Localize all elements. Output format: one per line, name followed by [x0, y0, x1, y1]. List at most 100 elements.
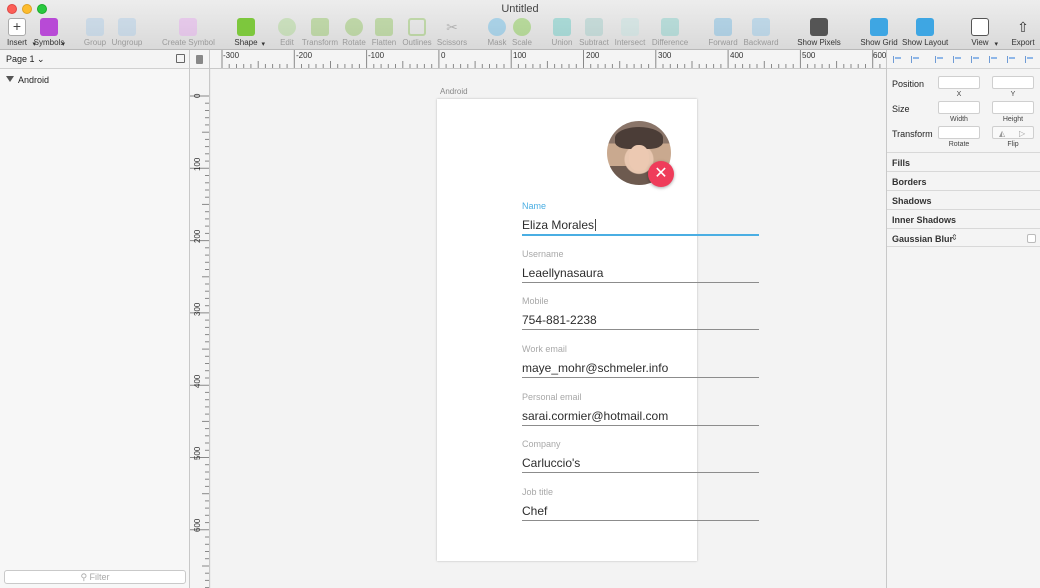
- artboard-title[interactable]: Android: [440, 87, 468, 96]
- view-button[interactable]: ▾ View: [968, 18, 998, 48]
- gaussian-blur-checkbox[interactable]: [1027, 234, 1036, 243]
- backward-button[interactable]: Backward: [742, 18, 780, 48]
- difference-button[interactable]: Difference: [650, 18, 690, 48]
- flip-control[interactable]: ◭ ▷: [992, 126, 1034, 139]
- subtract-icon: [585, 18, 603, 36]
- create-symbol-label: Create Symbol: [162, 38, 215, 47]
- page-selector-label: Page 1: [6, 54, 35, 64]
- field-underline: [522, 472, 759, 473]
- union-button[interactable]: Union: [551, 18, 573, 48]
- intersect-button[interactable]: Intersect: [613, 18, 647, 48]
- group-button[interactable]: Group: [83, 18, 107, 48]
- page-selector[interactable]: Page 1 ⌄: [6, 54, 45, 65]
- field-value[interactable]: maye_mohr@schmeler.info: [522, 361, 668, 375]
- symbols-icon: [40, 18, 58, 36]
- show-layout-button[interactable]: Show Layout: [902, 18, 948, 48]
- vertical-ruler[interactable]: 0 100 200 300 400 500 600: [190, 69, 210, 588]
- ruler-label: 600: [873, 51, 886, 60]
- flip-vertical-icon[interactable]: ◭: [999, 129, 1005, 138]
- borders-section[interactable]: Borders: [887, 171, 1040, 190]
- transform-button[interactable]: Transform: [301, 18, 339, 48]
- ruler-label: 200: [586, 51, 600, 60]
- align-top-icon[interactable]: [989, 56, 998, 63]
- window-title: Untitled: [501, 3, 539, 15]
- field-value[interactable]: Chef: [522, 504, 547, 518]
- layer-filter-input[interactable]: ⚲ Filter: [4, 570, 186, 584]
- align-left-icon[interactable]: [893, 56, 902, 63]
- forward-button[interactable]: Forward: [707, 18, 739, 48]
- align-horizontal-center-icon[interactable]: [911, 56, 920, 63]
- rotate-button[interactable]: Rotate: [341, 18, 367, 48]
- ruler-label: 600: [193, 518, 202, 532]
- layer-item-android[interactable]: Android: [0, 72, 189, 89]
- shadows-section[interactable]: Shadows: [887, 190, 1040, 209]
- field-value[interactable]: 754-881-2238: [522, 313, 597, 327]
- field-value[interactable]: sarai.cormier@hotmail.com: [522, 409, 668, 423]
- canvas[interactable]: Android ✕ Name Eliza Morales Username Le…: [211, 69, 886, 588]
- gaussian-blur-section[interactable]: Gaussian Blur ⇕: [887, 228, 1040, 247]
- field-value[interactable]: Carluccio's: [522, 456, 580, 470]
- flatten-button[interactable]: Flatten: [370, 18, 398, 48]
- subtract-button[interactable]: Subtract: [578, 18, 610, 48]
- fills-section[interactable]: Fills: [887, 152, 1040, 171]
- align-bottom-icon[interactable]: [1025, 56, 1034, 63]
- horizontal-ruler[interactable]: -300 -200 -100 0 100 200 300 400 500 600: [210, 50, 886, 69]
- ungroup-button[interactable]: Ungroup: [111, 18, 143, 48]
- edit-button[interactable]: Edit: [276, 18, 298, 48]
- width-label: Width: [950, 116, 968, 123]
- field-value[interactable]: Leaellynasaura: [522, 266, 603, 280]
- export-button[interactable]: ⇧ Export: [1010, 18, 1036, 48]
- disclosure-triangle-icon[interactable]: [6, 76, 14, 82]
- show-pixels-button[interactable]: Show Pixels: [797, 18, 841, 48]
- width-input[interactable]: [938, 101, 980, 114]
- mask-button[interactable]: Mask: [486, 18, 508, 48]
- align-right-icon[interactable]: [971, 56, 980, 63]
- align-left-edge-icon[interactable]: [935, 56, 944, 63]
- align-center-icon[interactable]: [953, 56, 962, 63]
- ruler-label: 0: [193, 93, 202, 98]
- outlines-button[interactable]: Outlines: [401, 18, 433, 48]
- remove-avatar-button[interactable]: ✕: [648, 161, 674, 187]
- position-x-input[interactable]: [938, 76, 980, 89]
- shape-button[interactable]: ▾ Shape: [233, 18, 265, 48]
- lock-icon[interactable]: [196, 55, 203, 64]
- grid-icon: [870, 18, 888, 36]
- intersect-label: Intersect: [614, 38, 646, 47]
- scissors-button[interactable]: ✂ Scissors: [436, 18, 468, 48]
- ruler-label: -300: [223, 51, 240, 60]
- y-label: Y: [1010, 91, 1016, 98]
- flip-horizontal-icon[interactable]: ▷: [1019, 129, 1025, 138]
- height-input[interactable]: [992, 101, 1034, 114]
- ruler-label: 500: [802, 51, 816, 60]
- field-underline: [522, 329, 759, 330]
- plus-icon: +: [8, 18, 26, 36]
- field-value[interactable]: Eliza Morales: [522, 218, 597, 232]
- rotate-icon: [345, 18, 363, 36]
- export-icon: ⇧: [1017, 19, 1029, 35]
- close-icon: ✕: [654, 165, 668, 182]
- ruler-label: 200: [193, 229, 202, 243]
- create-symbol-button[interactable]: Create Symbol: [162, 18, 215, 48]
- flatten-label: Flatten: [371, 38, 397, 47]
- backward-icon: [752, 18, 770, 36]
- inner-shadows-section[interactable]: Inner Shadows: [887, 209, 1040, 228]
- ruler-label: 0: [441, 51, 446, 60]
- edit-icon: [278, 18, 296, 36]
- updown-chevron-icon[interactable]: ⇕: [951, 233, 958, 242]
- position-y-input[interactable]: [992, 76, 1034, 89]
- insert-button[interactable]: + ▾ Insert: [4, 18, 36, 48]
- scale-button[interactable]: Scale: [511, 18, 533, 48]
- layer-name: Android: [18, 75, 50, 85]
- pages-panel-icon[interactable]: [176, 54, 185, 63]
- difference-label: Difference: [651, 38, 689, 47]
- symbols-button[interactable]: ▾ Symbols: [33, 18, 65, 48]
- show-grid-button[interactable]: Show Grid: [860, 18, 898, 48]
- rotate-input[interactable]: [938, 126, 980, 139]
- artboard-android[interactable]: ✕ Name Eliza Morales Username Leaellynas…: [437, 99, 759, 561]
- export-label: Export: [1011, 38, 1035, 47]
- outlines-label: Outlines: [402, 38, 432, 47]
- align-middle-icon[interactable]: [1007, 56, 1016, 63]
- difference-icon: [661, 18, 679, 36]
- field-label: Name: [522, 201, 547, 211]
- union-icon: [553, 18, 571, 36]
